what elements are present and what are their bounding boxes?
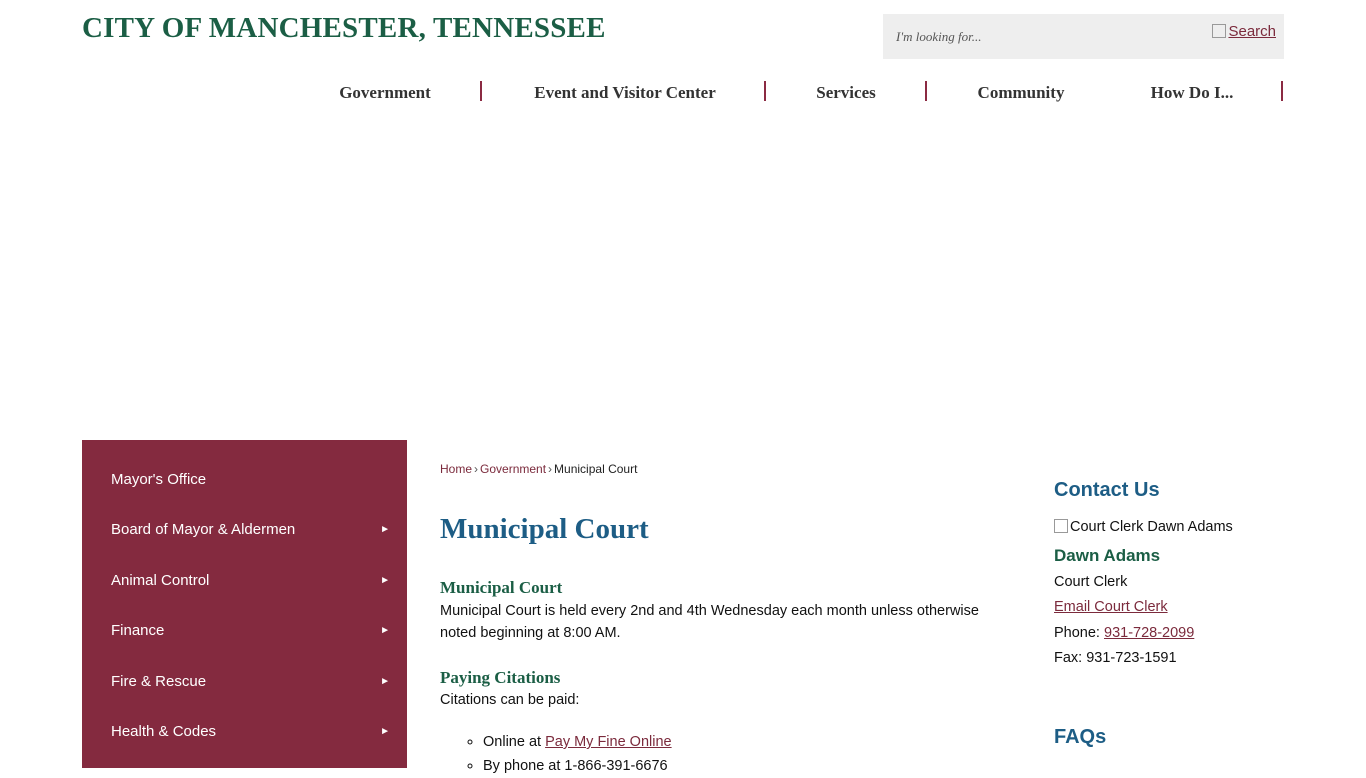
nav-separator: [480, 81, 482, 101]
sidebar-item-health-codes[interactable]: Health & Codes ►: [82, 706, 407, 756]
sidebar-item-mayors-office[interactable]: Mayor's Office: [82, 454, 407, 504]
search-button-label: Search: [1228, 23, 1276, 40]
main-nav: Government Event and Visitor Center Serv…: [300, 78, 1284, 108]
breadcrumb-government-link[interactable]: Government: [480, 462, 546, 476]
breadcrumb-separator: ›: [548, 462, 553, 476]
faqs-heading[interactable]: FAQs: [1054, 726, 1106, 749]
list-item: By phone at 1-866-391-6676: [483, 754, 672, 778]
sidebar-item-label: Mayor's Office: [111, 470, 207, 488]
nav-item-how-do-i[interactable]: How Do I...: [1122, 78, 1262, 108]
sidebar-item-finance[interactable]: Finance ►: [82, 605, 407, 655]
contact-fax: Fax: 931-723-1591: [1054, 650, 1177, 666]
submenu-arrow-icon[interactable]: ►: [380, 625, 390, 636]
nav-item-government[interactable]: Government: [300, 78, 470, 108]
court-schedule-text: Municipal Court is held every 2nd and 4t…: [440, 603, 979, 641]
payment-option-prefix: By phone at 1-866-391-6676: [483, 758, 668, 774]
sidebar-item-label: Animal Control: [111, 571, 210, 589]
nav-separator: [1281, 81, 1283, 101]
breadcrumb-current: Municipal Court: [554, 462, 638, 476]
banner-area: [0, 120, 1366, 435]
search-icon: [1212, 23, 1227, 38]
pay-my-fine-online-link[interactable]: Pay My Fine Online: [545, 734, 672, 750]
contact-us-heading: Contact Us: [1054, 479, 1160, 501]
nav-separator: [764, 81, 766, 101]
phone-link[interactable]: 931-728-2099: [1104, 625, 1194, 641]
search-button[interactable]: Search: [1212, 23, 1276, 40]
search-box: Search: [883, 14, 1284, 59]
section-heading-municipal-court: Municipal Court: [440, 578, 563, 597]
breadcrumb-separator: ›: [474, 462, 479, 476]
nav-item-services[interactable]: Services: [790, 78, 902, 108]
sidebar-item-label: Finance: [111, 621, 165, 639]
sidebar-item-label: Health & Codes: [111, 722, 217, 740]
list-item: Online at Pay My Fine Online: [483, 730, 672, 754]
page-title: Municipal Court: [440, 513, 649, 545]
payment-option-prefix: Online at: [483, 734, 546, 750]
broken-image-icon: [1054, 519, 1068, 533]
contact-photo-alt: Court Clerk Dawn Adams: [1070, 519, 1233, 535]
sidebar-item-label: Fire & Rescue: [111, 672, 207, 690]
submenu-arrow-icon[interactable]: ►: [380, 676, 390, 687]
sidebar-nav: Mayor's Office Board of Mayor & Aldermen…: [82, 440, 407, 768]
section-heading-paying-citations: Paying Citations: [440, 668, 561, 687]
citations-intro-text: Citations can be paid:: [440, 692, 580, 708]
contact-photo: Court Clerk Dawn Adams: [1054, 519, 1233, 535]
phone-label: Phone:: [1054, 625, 1104, 641]
breadcrumb-home-link[interactable]: Home: [440, 462, 472, 476]
email-court-clerk-link[interactable]: Email Court Clerk: [1054, 599, 1168, 615]
sidebar-item-board-of-mayor-aldermen[interactable]: Board of Mayor & Aldermen ►: [82, 504, 407, 554]
contact-phone: Phone: 931-728-2099: [1054, 625, 1194, 641]
sidebar-item-label: Board of Mayor & Aldermen: [111, 520, 296, 538]
contact-email: Email Court Clerk: [1054, 599, 1168, 615]
breadcrumb: Home › Government › Municipal Court: [440, 462, 637, 476]
nav-item-event-visitor-center[interactable]: Event and Visitor Center: [505, 78, 745, 108]
submenu-arrow-icon[interactable]: ►: [380, 575, 390, 586]
nav-item-community[interactable]: Community: [940, 78, 1102, 108]
sidebar-item-fire-rescue[interactable]: Fire & Rescue ►: [82, 656, 407, 706]
site-title[interactable]: CITY OF MANCHESTER, TENNESSEE: [82, 12, 606, 45]
contact-name: Dawn Adams: [1054, 546, 1161, 565]
nav-separator: [925, 81, 927, 101]
payment-options-list: Online at Pay My Fine Online By phone at…: [440, 730, 672, 778]
submenu-arrow-icon[interactable]: ►: [380, 726, 390, 737]
search-input[interactable]: [883, 14, 1203, 59]
contact-role: Court Clerk: [1054, 574, 1128, 590]
submenu-arrow-icon[interactable]: ►: [380, 524, 390, 535]
sidebar-item-animal-control[interactable]: Animal Control ►: [82, 555, 407, 605]
